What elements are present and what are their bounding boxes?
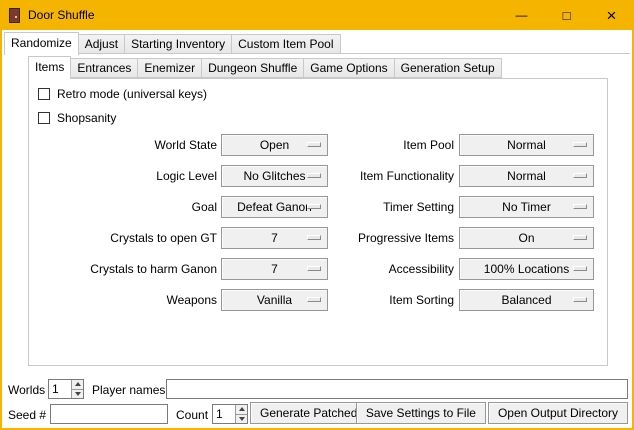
item-sorting-label: Item Sorting [295,293,454,307]
item-pool-label: Item Pool [295,138,454,152]
tab-generation-setup[interactable]: Generation Setup [394,58,502,78]
accessibility-select[interactable]: 100% Locations [459,258,594,280]
retro-mode-row: Retro mode (universal keys) [38,86,207,102]
goal-label: Goal [59,200,217,214]
player-names-input[interactable] [166,379,628,399]
worlds-value: 1 [49,380,71,398]
tab-entrances[interactable]: Entrances [70,58,138,78]
tab-game-options[interactable]: Game Options [303,58,394,78]
count-spinner-buttons [235,405,247,423]
window-controls: — □ × [499,0,634,30]
close-icon: × [607,7,617,24]
tab-dungeon-shuffle[interactable]: Dungeon Shuffle [201,58,304,78]
tab-items[interactable]: Items [28,56,71,79]
worlds-down-button[interactable] [72,389,83,399]
crystals-gt-value: 7 [271,231,278,245]
weapons-value: Vanilla [257,293,292,307]
tab-starting-inventory[interactable]: Starting Inventory [124,34,232,54]
open-output-directory-button[interactable]: Open Output Directory [488,402,628,424]
retro-mode-checkbox[interactable] [38,88,50,100]
seed-input[interactable] [50,404,168,424]
app-icon [9,8,20,23]
window: Door Shuffle — □ × Randomize Adjust Star… [0,0,634,430]
bottom-right-buttons: Save Settings to File Open Output Direct… [356,402,628,424]
window-content: Randomize Adjust Starting Inventory Cust… [0,30,634,430]
worlds-label: Worlds [8,380,45,400]
crystals-gt-label: Crystals to open GT [59,231,217,245]
options-right-column: Item Pool Normal Item Functionality Norm… [295,134,594,311]
weapons-label: Weapons [59,293,217,307]
up-arrow-icon [239,407,245,411]
item-functionality-select[interactable]: Normal [459,165,594,187]
titlebar[interactable]: Door Shuffle — □ × [0,0,634,30]
minimize-button[interactable]: — [499,0,544,30]
save-settings-button[interactable]: Save Settings to File [356,402,486,424]
dropdown-indicator-icon [573,173,587,178]
window-title: Door Shuffle [28,8,95,22]
item-pool-select[interactable]: Normal [459,134,594,156]
timer-setting-select[interactable]: No Timer [459,196,594,218]
progressive-items-value: On [518,231,534,245]
timer-setting-value: No Timer [502,200,551,214]
timer-setting-label: Timer Setting [295,200,454,214]
crystals-ganon-label: Crystals to harm Ganon [59,262,217,276]
items-panel: Retro mode (universal keys) Shopsanity W… [28,78,608,366]
item-functionality-label: Item Functionality [295,169,454,183]
dropdown-indicator-icon [573,235,587,240]
dropdown-indicator-icon [573,204,587,209]
player-names-label: Player names [92,380,165,400]
outer-tab-bar: Randomize Adjust Starting Inventory Cust… [4,32,630,54]
crystals-ganon-value: 7 [271,262,278,276]
up-arrow-icon [75,382,81,386]
count-down-button[interactable] [236,414,247,424]
item-sorting-value: Balanced [501,293,551,307]
tab-adjust[interactable]: Adjust [78,34,125,54]
shopsanity-row: Shopsanity [38,110,116,126]
item-sorting-select[interactable]: Balanced [459,289,594,311]
retro-mode-label: Retro mode (universal keys) [57,87,207,101]
options-left-column: World State Open Logic Level No Glitches… [59,134,328,311]
shopsanity-label: Shopsanity [57,111,116,125]
tab-randomize[interactable]: Randomize [4,32,79,55]
tab-custom-item-pool[interactable]: Custom Item Pool [231,34,340,54]
count-label: Count [176,405,208,425]
down-arrow-icon [75,392,81,396]
dropdown-indicator-icon [573,142,587,147]
inner-tab-bar: Items Entrances Enemizer Dungeon Shuffle… [28,56,502,78]
dropdown-indicator-icon [573,297,587,302]
tab-enemizer[interactable]: Enemizer [137,58,202,78]
world-state-value: Open [260,138,289,152]
maximize-icon: □ [563,9,571,22]
shopsanity-checkbox[interactable] [38,112,50,124]
maximize-button[interactable]: □ [544,0,589,30]
worlds-spinner-buttons [71,380,83,398]
logic-level-label: Logic Level [59,169,217,183]
progressive-items-select[interactable]: On [459,227,594,249]
minimize-icon: — [516,9,528,21]
seed-label: Seed # [8,405,46,425]
accessibility-label: Accessibility [295,262,454,276]
count-spinner[interactable]: 1 [212,404,248,424]
worlds-spinner[interactable]: 1 [48,379,84,399]
down-arrow-icon [239,417,245,421]
count-up-button[interactable] [236,405,247,414]
progressive-items-label: Progressive Items [295,231,454,245]
world-state-label: World State [59,138,217,152]
dropdown-indicator-icon [573,266,587,271]
worlds-up-button[interactable] [72,380,83,389]
close-button[interactable]: × [589,0,634,30]
item-functionality-value: Normal [507,169,546,183]
item-pool-value: Normal [507,138,546,152]
count-value: 1 [213,405,235,423]
accessibility-value: 100% Locations [484,262,569,276]
